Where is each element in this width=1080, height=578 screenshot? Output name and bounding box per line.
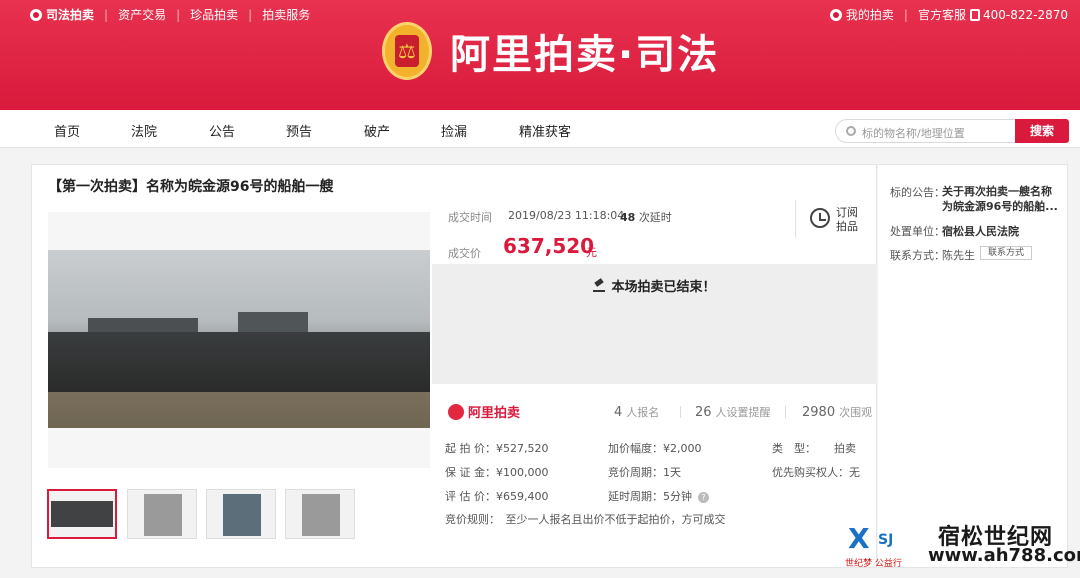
- ali-logo-icon: [448, 403, 464, 420]
- link-asset-trade[interactable]: 资产交易: [118, 6, 166, 23]
- delay-count: 48 次延时: [620, 209, 672, 225]
- divider: |: [176, 7, 181, 22]
- search-icon: [846, 126, 856, 136]
- search-bar: 标的物名称/地理位置 搜索: [835, 119, 1069, 143]
- unit-label: 处置单位：: [890, 225, 945, 238]
- thumbnail-image: [51, 501, 113, 527]
- divider: |: [903, 7, 908, 22]
- nav-item-precise[interactable]: 精准获客: [519, 121, 571, 140]
- stat-number: 2980: [802, 405, 836, 420]
- deal-time-label: 成交时间: [448, 211, 492, 224]
- phone-icon: [969, 8, 980, 21]
- divider: [680, 406, 681, 418]
- thumbnail-image: [144, 494, 182, 536]
- phone-number: 400-822-2870: [982, 7, 1068, 22]
- gavel-icon: [593, 280, 606, 292]
- divider: |: [104, 7, 109, 22]
- ali-auction-logo: 阿里拍卖: [448, 402, 520, 421]
- watermark-logo: X SJ: [848, 522, 908, 555]
- brand-label: 司法拍卖: [46, 8, 95, 22]
- stat-label: 人报名: [626, 406, 660, 419]
- nav-item-home[interactable]: 首页: [54, 121, 80, 140]
- thumbnail[interactable]: [47, 489, 117, 539]
- start-price: 起 拍 价：¥527,520: [445, 442, 549, 455]
- help-icon[interactable]: ?: [698, 492, 709, 503]
- ali-logo-text: 阿里拍卖: [468, 406, 521, 421]
- unit-link[interactable]: 宿松县人民法院: [942, 223, 1019, 239]
- stat-signups: 4 人报名: [614, 404, 659, 420]
- link-treasure[interactable]: 珍品拍卖: [190, 6, 238, 23]
- nav-item-preview[interactable]: 预告: [286, 121, 312, 140]
- bid-cycle: 竞价周期：1天: [608, 466, 681, 479]
- ended-label: 本场拍卖已结束！: [611, 280, 716, 295]
- item-title: 【第一次拍卖】名称为皖金源96号的船舶一艘: [48, 179, 334, 195]
- notice-link[interactable]: 关于再次拍卖一艘名称为皖金源96号的船舶...: [942, 184, 1062, 214]
- site-logo[interactable]: 阿里拍卖·司法: [382, 22, 719, 80]
- subscribe-button[interactable]: 订阅拍品: [836, 206, 862, 234]
- search-input[interactable]: 标的物名称/地理位置: [835, 119, 1017, 143]
- auction-icon: [30, 8, 42, 21]
- delay-suffix: 次延时: [638, 211, 672, 224]
- notice-label: 标的公告：: [890, 186, 945, 199]
- delay-cycle: 延时周期：5分钟?: [608, 488, 709, 504]
- auction-type: 类 型： 拍卖: [772, 440, 856, 456]
- search-placeholder: 标的物名称/地理位置: [862, 127, 965, 140]
- auction-ended-message: 本场拍卖已结束！: [432, 276, 877, 295]
- stat-number: 26: [695, 405, 712, 420]
- logo-text: 阿里拍卖·司法: [450, 32, 720, 78]
- thumbnail[interactable]: [285, 489, 355, 539]
- court-emblem-icon: [382, 22, 432, 80]
- stat-number: 4: [614, 405, 623, 420]
- divider: [795, 200, 796, 238]
- stat-label: 人设置提醒: [715, 406, 771, 419]
- user-icon: [829, 8, 842, 21]
- bid-rule: 竞价规则： 至少一人报名且出价不低于起拍价，方可成交: [445, 513, 726, 526]
- deal-price: 637,520: [503, 234, 595, 258]
- estimate-price: 评 估 价：¥659,400: [445, 490, 549, 503]
- contact-label: 联系方式：: [890, 249, 945, 262]
- thumbnail[interactable]: [206, 489, 276, 539]
- nav-item-bargain[interactable]: 捡漏: [441, 121, 467, 140]
- bid-increment: 加价幅度：¥2,000: [608, 442, 702, 455]
- type-label: 类 型：: [772, 442, 816, 455]
- type-value: 拍卖: [834, 442, 856, 455]
- watermark-x: X: [848, 522, 870, 555]
- search-button[interactable]: 搜索: [1015, 119, 1069, 143]
- divider: |: [248, 7, 253, 22]
- watermark-url: www.ah788.com: [928, 545, 1080, 566]
- deal-price-label: 成交价: [448, 247, 481, 260]
- thumbnail-image: [223, 494, 261, 536]
- brand-link[interactable]: 司法拍卖: [30, 6, 94, 23]
- main-photo[interactable]: [48, 250, 430, 428]
- deposit: 保 证 金：¥100,000: [445, 466, 549, 479]
- customer-service-link[interactable]: 官方客服: [918, 6, 966, 23]
- contact-button[interactable]: 联系方式: [980, 246, 1032, 260]
- delay-number: 48: [620, 211, 636, 224]
- watermark-slogan: 世纪梦 公益行: [845, 559, 902, 569]
- nav-item-bankruptcy[interactable]: 破产: [364, 121, 390, 140]
- divider: [785, 406, 786, 418]
- nav-item-notice[interactable]: 公告: [209, 121, 235, 140]
- link-service[interactable]: 拍卖服务: [262, 6, 310, 23]
- stat-views: 2980 次围观: [802, 404, 872, 420]
- thumbnail[interactable]: [127, 489, 197, 539]
- priority-buyer: 优先购买权人：无: [772, 466, 860, 479]
- auction-ended-panel: 本场拍卖已结束！: [432, 264, 877, 384]
- deal-time: 2019/08/23 11:18:04: [508, 209, 625, 222]
- stat-label: 次围观: [839, 406, 873, 419]
- deal-unit: 元: [586, 246, 597, 259]
- delay-cycle-text: 延时周期：5分钟: [608, 490, 692, 503]
- my-auction-link[interactable]: 我的拍卖: [846, 6, 894, 23]
- thumbnail-image: [302, 494, 340, 536]
- ship-hull: [48, 332, 430, 392]
- clock-icon[interactable]: [810, 208, 830, 228]
- shore: [48, 392, 430, 428]
- stat-reminders: 26 人设置提醒: [695, 404, 771, 420]
- nav-item-court[interactable]: 法院: [131, 121, 157, 140]
- contact-name: 陈先生: [942, 249, 975, 262]
- watermark-s: SJ: [878, 532, 894, 548]
